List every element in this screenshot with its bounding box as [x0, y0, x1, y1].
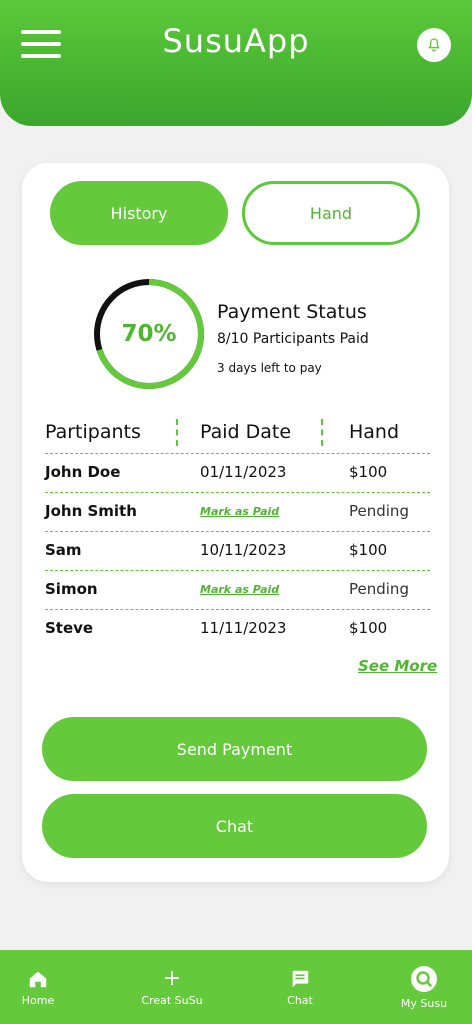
table-row: John Smith Mark as Paid Pending [45, 492, 430, 531]
hand-amount: $100 [349, 463, 388, 481]
table-row: John Doe 01/11/2023 $100 [45, 453, 430, 492]
column-header-hand: Hand [349, 421, 400, 443]
nav-create-susu[interactable]: + Creat SuSu [130, 950, 214, 1024]
payment-status-title: Payment Status [217, 301, 367, 323]
home-icon [29, 971, 47, 987]
participant-name: Simon [45, 580, 98, 598]
app-title: SusuApp [162, 22, 310, 60]
column-divider [321, 419, 323, 446]
nav-my-susu[interactable]: My Susu [392, 950, 456, 1024]
mark-as-paid-link[interactable]: Mark as Paid [200, 505, 279, 518]
participants-paid-summary: 8/10 Participants Paid [217, 331, 369, 347]
see-more-link[interactable]: See More [358, 657, 437, 675]
days-left-text: 3 days left to pay [217, 361, 322, 375]
paid-date: 10/11/2023 [200, 541, 287, 559]
tab-history[interactable]: History [50, 181, 228, 245]
bottom-nav: Home + Creat SuSu Chat My Susu [0, 950, 472, 1024]
participant-name: John Smith [45, 502, 137, 520]
participant-name: Sam [45, 541, 82, 559]
payment-card: History Hand 70% Payment Status 8/10 Par… [22, 163, 449, 882]
nav-home-label: Home [21, 993, 55, 1007]
hand-amount: $100 [349, 619, 388, 637]
search-icon [411, 965, 437, 992]
table-row: Simon Mark as Paid Pending [45, 570, 430, 609]
progress-percent: 70% [121, 321, 177, 347]
paid-date: 01/11/2023 [200, 463, 287, 481]
bell-icon [428, 38, 440, 52]
participant-name: Steve [45, 619, 94, 637]
chat-button[interactable]: Chat [42, 794, 427, 858]
chat-icon [292, 970, 309, 987]
participant-name: John Doe [45, 463, 121, 481]
hand-amount: $100 [349, 541, 388, 559]
app-header: SusuApp [0, 0, 472, 126]
mark-as-paid-link[interactable]: Mark as Paid [200, 583, 279, 596]
table-row: Steve 11/11/2023 $100 [45, 609, 430, 648]
hand-status: Pending [349, 502, 409, 520]
nav-chat-label: Chat [287, 993, 313, 1007]
nav-chat[interactable]: Chat [270, 950, 330, 1024]
nav-create-label: Creat SuSu [141, 993, 203, 1007]
send-payment-button[interactable]: Send Payment [42, 717, 427, 781]
plus-icon: + [162, 965, 182, 991]
hand-status: Pending [349, 580, 409, 598]
nav-home[interactable]: Home [8, 950, 68, 1024]
column-divider [176, 419, 178, 446]
column-header-participants: Partipants [45, 421, 141, 443]
nav-my-susu-label: My Susu [400, 996, 448, 1010]
column-header-paid-date: Paid Date [200, 421, 292, 443]
notification-button[interactable] [417, 28, 451, 62]
table-row: Sam 10/11/2023 $100 [45, 531, 430, 570]
paid-date: 11/11/2023 [200, 619, 287, 637]
tab-hand[interactable]: Hand [242, 181, 420, 245]
